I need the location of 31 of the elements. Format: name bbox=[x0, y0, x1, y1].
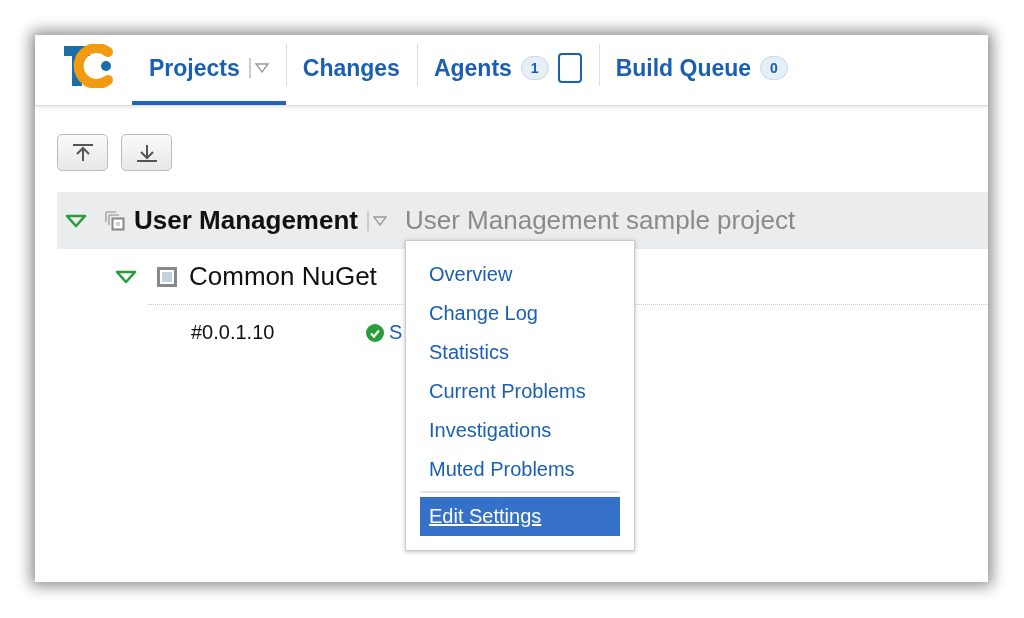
project-description: User Management sample project bbox=[404, 205, 796, 236]
build-configuration-name[interactable]: Common NuGet bbox=[189, 261, 377, 292]
build-configuration-icon bbox=[157, 266, 177, 287]
arrow-up-to-line-icon bbox=[70, 142, 95, 163]
caret-icon[interactable] bbox=[372, 215, 387, 226]
project-name[interactable]: User Management bbox=[134, 205, 358, 236]
expand-all-button[interactable] bbox=[121, 134, 172, 171]
menu-item[interactable]: Current Problems bbox=[420, 372, 620, 411]
build-number[interactable]: #0.0.1.10 bbox=[191, 321, 366, 344]
nav-tab[interactable]: Build Queue 0 bbox=[598, 35, 805, 105]
project-icon bbox=[105, 210, 125, 231]
expanded-triangle-icon[interactable] bbox=[65, 213, 87, 228]
menu-item[interactable]: Overview bbox=[420, 255, 620, 294]
count-badge: 1 bbox=[520, 56, 549, 80]
menu-item[interactable]: Muted Problems bbox=[420, 450, 620, 489]
menu-item[interactable]: Investigations bbox=[420, 411, 620, 450]
nav-tab[interactable]: Agents 1 bbox=[416, 35, 599, 105]
arrow-down-to-line-icon bbox=[134, 142, 159, 163]
device-icon bbox=[557, 53, 582, 83]
nav-tab[interactable]: Changes bbox=[285, 35, 417, 105]
caret-icon[interactable] bbox=[254, 63, 269, 73]
logo-icon bbox=[62, 44, 114, 88]
collapse-all-button[interactable] bbox=[57, 134, 108, 171]
count-badge: 0 bbox=[760, 56, 788, 80]
status-icon bbox=[366, 323, 384, 342]
menu-item[interactable]: Statistics bbox=[420, 333, 620, 372]
nav-tab[interactable]: Projects bbox=[132, 35, 286, 105]
expanded-triangle-icon[interactable] bbox=[115, 269, 137, 284]
status-text[interactable]: S bbox=[389, 321, 403, 344]
menu-item[interactable]: Edit Settings bbox=[420, 491, 620, 536]
menu-item[interactable]: Change Log bbox=[420, 294, 620, 333]
